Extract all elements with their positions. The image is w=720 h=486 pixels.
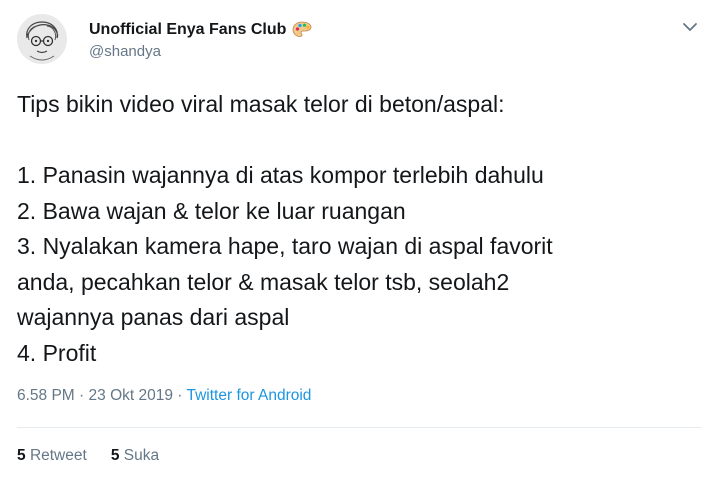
- tweet-card: Unofficial Enya Fans Club @shandya Tips …: [0, 0, 720, 486]
- tweet-stats: 5 Retweet 5 Suka: [17, 447, 159, 465]
- tweet-source-link[interactable]: Twitter for Android: [187, 387, 312, 404]
- like-count: 5: [110, 447, 120, 464]
- artist-palette-icon: [292, 21, 312, 39]
- retweet-label: Retweet: [29, 447, 87, 464]
- tweet-time[interactable]: 6.58 PM: [17, 387, 75, 404]
- cartoon-avatar-icon: [17, 14, 67, 64]
- like-label: Suka: [123, 447, 160, 464]
- avatar[interactable]: [17, 14, 67, 64]
- tweet-date[interactable]: 23 Okt 2019: [89, 387, 173, 404]
- chevron-down-icon[interactable]: [679, 18, 701, 36]
- meta-separator: ·: [177, 387, 183, 404]
- divider: [17, 427, 702, 428]
- retweet-count-link[interactable]: 5 Retweet: [17, 447, 87, 465]
- meta-separator: ·: [79, 387, 85, 404]
- author-display-name[interactable]: Unofficial Enya Fans Club: [89, 21, 286, 39]
- retweet-count: 5: [17, 447, 26, 464]
- tweet-meta: 6.58 PM · 23 Okt 2019 · Twitter for Andr…: [17, 387, 311, 405]
- author-handle[interactable]: @shandya: [89, 43, 161, 60]
- like-count-link[interactable]: 5 Suka: [111, 447, 159, 465]
- tweet-text: Tips bikin video viral masak telor di be…: [17, 91, 553, 366]
- author-name-row: Unofficial Enya Fans Club: [89, 19, 312, 41]
